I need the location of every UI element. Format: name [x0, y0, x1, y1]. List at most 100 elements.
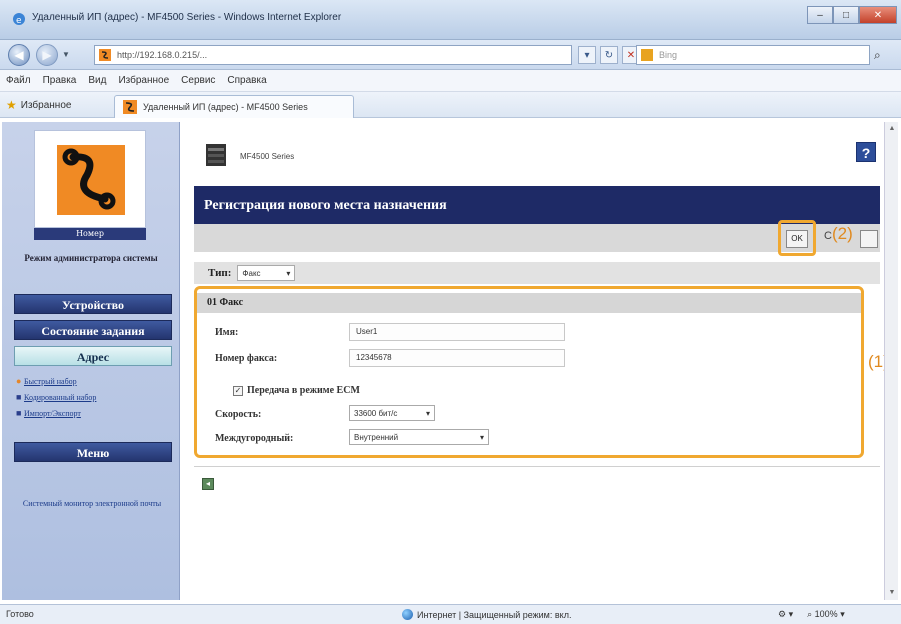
tab-title: Удаленный ИП (адрес) - MF4500 Series — [143, 102, 308, 112]
bing-icon — [641, 49, 653, 61]
divider — [194, 466, 880, 467]
zone-text: Интернет | Защищенный режим: вкл. — [417, 609, 572, 620]
search-icon[interactable]: ⌕ — [874, 48, 881, 63]
security-zone[interactable]: Интернет | Защищенный режим: вкл. — [402, 609, 571, 620]
security-icon[interactable]: ⚙ ▾ — [778, 609, 793, 620]
search-placeholder: Bing — [659, 50, 678, 60]
help-icon[interactable]: ? — [856, 142, 876, 162]
favorites-label: Избранное — [20, 99, 72, 111]
favorites-button[interactable]: ★ Избранное — [6, 98, 71, 112]
logo-caption: Номер — [34, 228, 146, 240]
scroll-down-icon[interactable]: ▼ — [885, 586, 899, 600]
job-status-button[interactable]: Состояние задания — [14, 320, 172, 340]
window-title: Удаленный ИП (адрес) - MF4500 Series - W… — [32, 12, 342, 23]
maximize-button[interactable]: □ — [833, 6, 859, 24]
link-coded-dial[interactable]: Кодированный набор — [24, 393, 96, 402]
menu-favorites[interactable]: Избранное — [118, 75, 169, 86]
name-field[interactable]: User1 — [349, 323, 565, 341]
fax-settings-panel: 01 Факс Имя: User1 Номер факса: 12345678… — [194, 286, 864, 458]
email-monitor-link[interactable]: Системный монитор электронной почты — [12, 498, 172, 510]
zoom-control[interactable]: ⌕ 100% ▾ — [807, 609, 845, 620]
main-content: MF4500 Series ? Регистрация нового места… — [182, 122, 889, 600]
browser-tab[interactable]: Удаленный ИП (адрес) - MF4500 Series — [114, 95, 354, 118]
favorites-bar: ★ Избранное Удаленный ИП (адрес) - MF450… — [0, 92, 901, 118]
back-to-top-icon[interactable]: ◂ — [202, 478, 214, 490]
history-dropdown-icon[interactable]: ▼ — [62, 50, 70, 59]
page-title: Регистрация нового места назначения — [204, 198, 447, 213]
bullet-icon: ■ — [16, 408, 22, 418]
fax-number-field[interactable]: 12345678 — [349, 349, 565, 367]
page-title-bar: Регистрация нового места назначения — [194, 186, 880, 224]
minimize-button[interactable]: – — [807, 6, 833, 24]
menu-view[interactable]: Вид — [88, 75, 106, 86]
speed-value: 33600 бит/с — [354, 408, 398, 418]
printer-icon — [206, 144, 226, 166]
ecm-label: Передача в режиме ECM — [247, 385, 360, 396]
status-bar: Готово Интернет | Защищенный режим: вкл.… — [0, 604, 901, 624]
type-label: Тип: — [208, 267, 232, 279]
menu-help[interactable]: Справка — [227, 75, 266, 86]
forward-button[interactable]: ▶ — [36, 44, 58, 66]
ecm-checkbox[interactable]: ✓ — [233, 385, 243, 396]
long-distance-label: Междугородный: — [215, 433, 294, 444]
admin-mode-label: Режим администратора системы — [24, 253, 158, 263]
address-url: http://192.168.0.215/... — [117, 50, 208, 60]
bullet-icon: ■ — [16, 392, 22, 402]
cancel-button[interactable] — [860, 230, 878, 248]
speed-label: Скорость: — [215, 409, 262, 420]
close-button[interactable]: ✕ — [859, 6, 897, 24]
dropdown-icon[interactable]: ▾ — [578, 46, 596, 64]
address-button[interactable]: Адрес — [14, 346, 172, 366]
device-button[interactable]: Устройство — [14, 294, 172, 314]
chevron-down-icon: ▾ — [425, 408, 430, 418]
model-name: MF4500 Series — [240, 152, 295, 161]
speed-select[interactable]: 33600 бит/с ▾ — [349, 405, 435, 421]
address-bar[interactable]: http://192.168.0.215/... — [94, 45, 572, 65]
menu-file[interactable]: Файл — [6, 75, 31, 86]
search-input[interactable]: Bing — [636, 45, 870, 65]
long-distance-select[interactable]: Внутренний ▾ — [349, 429, 489, 445]
vertical-scrollbar[interactable]: ▲ ▼ — [884, 122, 898, 600]
window-controls: – □ ✕ — [807, 6, 897, 24]
status-tools: ⚙ ▾ ⌕ 100% ▾ — [778, 609, 845, 620]
chevron-down-icon: ▾ — [479, 432, 484, 442]
window-titlebar: e Удаленный ИП (адрес) - MF4500 Series -… — [0, 0, 901, 40]
bullet-icon: ● — [16, 376, 22, 386]
svg-text:e: e — [16, 16, 22, 26]
panel-header: 01 Факс — [197, 293, 861, 313]
long-distance-value: Внутренний — [354, 432, 399, 442]
type-value: Факс — [242, 268, 261, 278]
address-book-logo — [34, 130, 146, 228]
zoom-level: 100% — [814, 609, 838, 619]
callout-2: (2) — [832, 224, 853, 243]
address-tools: ▾ ↻ ✕ — [578, 46, 640, 64]
link-import-export[interactable]: Импорт/Экспорт — [24, 409, 81, 418]
navigation-bar: ◀ ▶ ▼ http://192.168.0.215/... ▾ ↻ ✕ Bin… — [0, 40, 901, 70]
address-book-icon — [57, 145, 125, 215]
menu-edit[interactable]: Правка — [43, 75, 77, 86]
site-icon — [99, 49, 111, 61]
cancel-button-label: C — [824, 230, 832, 242]
refresh-button[interactable]: ↻ — [600, 46, 618, 64]
site-icon — [123, 100, 137, 114]
name-label: Имя: — [215, 327, 239, 338]
ok-highlight-frame — [778, 220, 816, 256]
ecm-row: ✓ Передача в режиме ECM — [233, 385, 360, 396]
star-icon: ★ — [6, 98, 17, 112]
type-row: Тип: Факс ▾ — [194, 262, 880, 284]
scroll-up-icon[interactable]: ▲ — [885, 122, 899, 136]
menu-button[interactable]: Меню — [14, 442, 172, 462]
chevron-down-icon: ▾ — [286, 268, 291, 278]
sidebar: Номер Режим администратора системы Устро… — [2, 122, 180, 600]
menu-tools[interactable]: Сервис — [181, 75, 215, 86]
ie-icon: e — [13, 13, 25, 26]
type-select[interactable]: Факс ▾ — [237, 265, 296, 281]
globe-icon — [402, 609, 413, 620]
link-quick-dial[interactable]: Быстрый набор — [24, 377, 77, 386]
page-area: Номер Режим администратора системы Устро… — [0, 118, 901, 604]
menu-bar: Файл Правка Вид Избранное Сервис Справка — [0, 70, 901, 92]
back-button[interactable]: ◀ — [8, 44, 30, 66]
fax-number-label: Номер факса: — [215, 353, 278, 364]
zoom-icon: ⌕ — [807, 609, 813, 619]
status-text: Готово — [6, 609, 34, 619]
